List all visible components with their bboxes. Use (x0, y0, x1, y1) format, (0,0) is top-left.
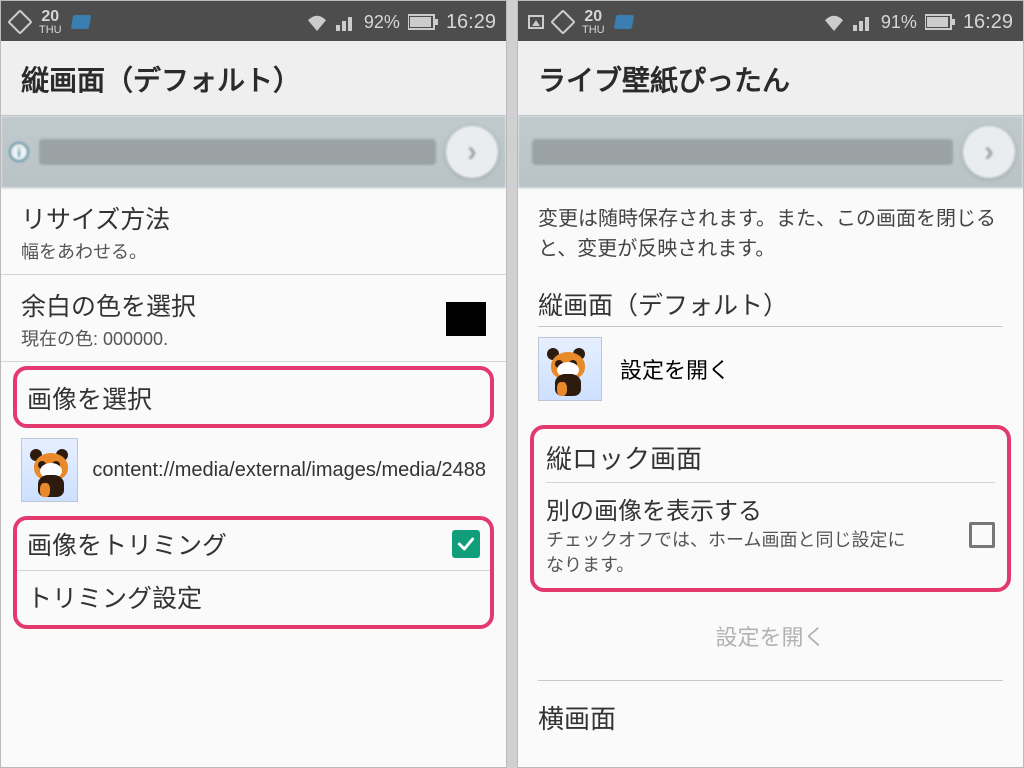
resize-method-title: リサイズ方法 (21, 200, 486, 236)
phone-right: 20 THU 91% 16:29 ライブ壁紙ぴったん › 変更は随時保存されます… (517, 0, 1024, 768)
date-indicator: 20 THU (582, 9, 605, 36)
ad-banner[interactable]: › (518, 116, 1023, 188)
picture-notification-icon (528, 15, 544, 29)
open-settings-row[interactable]: 設定を開く (518, 327, 1023, 415)
ad-banner[interactable]: i › (1, 116, 506, 188)
date-indicator: 20 THU (39, 9, 62, 36)
checkbox-checked-icon[interactable] (452, 530, 480, 558)
app-notification-icon (70, 15, 90, 29)
rotation-lock-icon (550, 9, 575, 34)
open-settings-disabled: 設定を開く (518, 592, 1023, 680)
app-notification-icon (613, 15, 633, 29)
trim-settings-button[interactable]: トリミング設定 (27, 579, 480, 615)
trim-image-label: 画像をトリミング (27, 526, 227, 562)
image-path-text: content://media/external/images/media/24… (92, 457, 486, 483)
color-swatch (446, 302, 486, 336)
image-thumbnail (21, 438, 78, 502)
lock-different-image-title: 別の画像を表示する (546, 491, 906, 526)
page-title: ライブ壁紙ぴったん (518, 41, 1023, 116)
clock: 16:29 (446, 11, 496, 34)
highlight-lock-screen: 縦ロック画面 別の画像を表示する チェックオフでは、ホーム画面と同じ設定になりま… (530, 425, 1011, 592)
page-title: 縦画面（デフォルト） (1, 41, 506, 116)
ad-text-blur (532, 139, 953, 165)
margin-color-title: 余白の色を選択 (21, 287, 196, 323)
signal-icon (336, 13, 356, 31)
rotation-lock-icon (7, 9, 32, 34)
phone-left: 20 THU 92% 16:29 縦画面（デフォルト） i › リサイズ方法 (0, 0, 507, 768)
margin-color-row[interactable]: 余白の色を選択 現在の色: 000000. (1, 275, 506, 362)
highlight-select-image: 画像を選択 (13, 366, 494, 428)
red-panda-icon (545, 348, 595, 398)
select-image-button[interactable]: 画像を選択 (27, 380, 480, 416)
wifi-icon (823, 13, 845, 31)
trim-image-button[interactable]: 画像をトリミング (27, 526, 480, 562)
margin-color-sub: 現在の色: 000000. (21, 325, 196, 351)
battery-percent: 92% (364, 12, 400, 33)
ad-text-blur (39, 139, 436, 165)
portrait-section-head: 縦画面（デフォルト） (518, 274, 1023, 326)
signal-icon (853, 13, 873, 31)
red-panda-icon (28, 449, 78, 499)
battery-icon (408, 14, 438, 30)
info-text: 変更は随時保存されます。また、この画面を閉じると、変更が反映されます。 (518, 188, 1023, 274)
clock: 16:29 (963, 11, 1013, 34)
lock-different-image-row[interactable]: 別の画像を表示する チェックオフでは、ホーム画面と同じ設定になります。 (546, 491, 995, 578)
lock-different-image-sub: チェックオフでは、ホーム画面と同じ設定になります。 (546, 528, 906, 578)
battery-icon (925, 14, 955, 30)
open-settings-label: 設定を開く (620, 353, 730, 385)
landscape-section-head: 横画面 (518, 681, 1023, 736)
status-bar: 20 THU 91% 16:29 (518, 1, 1023, 41)
lock-section-head: 縦ロック画面 (546, 439, 995, 483)
resize-method-row[interactable]: リサイズ方法 幅をあわせる。 (1, 188, 506, 275)
battery-percent: 91% (881, 12, 917, 33)
image-thumbnail (538, 337, 602, 401)
ad-forward-icon[interactable]: › (963, 126, 1015, 178)
wifi-icon (306, 13, 328, 31)
highlight-trim: 画像をトリミング トリミング設定 (13, 516, 494, 629)
resize-method-sub: 幅をあわせる。 (21, 238, 486, 264)
checkbox-empty-icon[interactable] (969, 522, 995, 548)
image-path-row[interactable]: content://media/external/images/media/24… (1, 432, 506, 512)
status-bar: 20 THU 92% 16:29 (1, 1, 506, 41)
ad-info-icon: i (9, 142, 29, 162)
ad-forward-icon[interactable]: › (446, 126, 498, 178)
